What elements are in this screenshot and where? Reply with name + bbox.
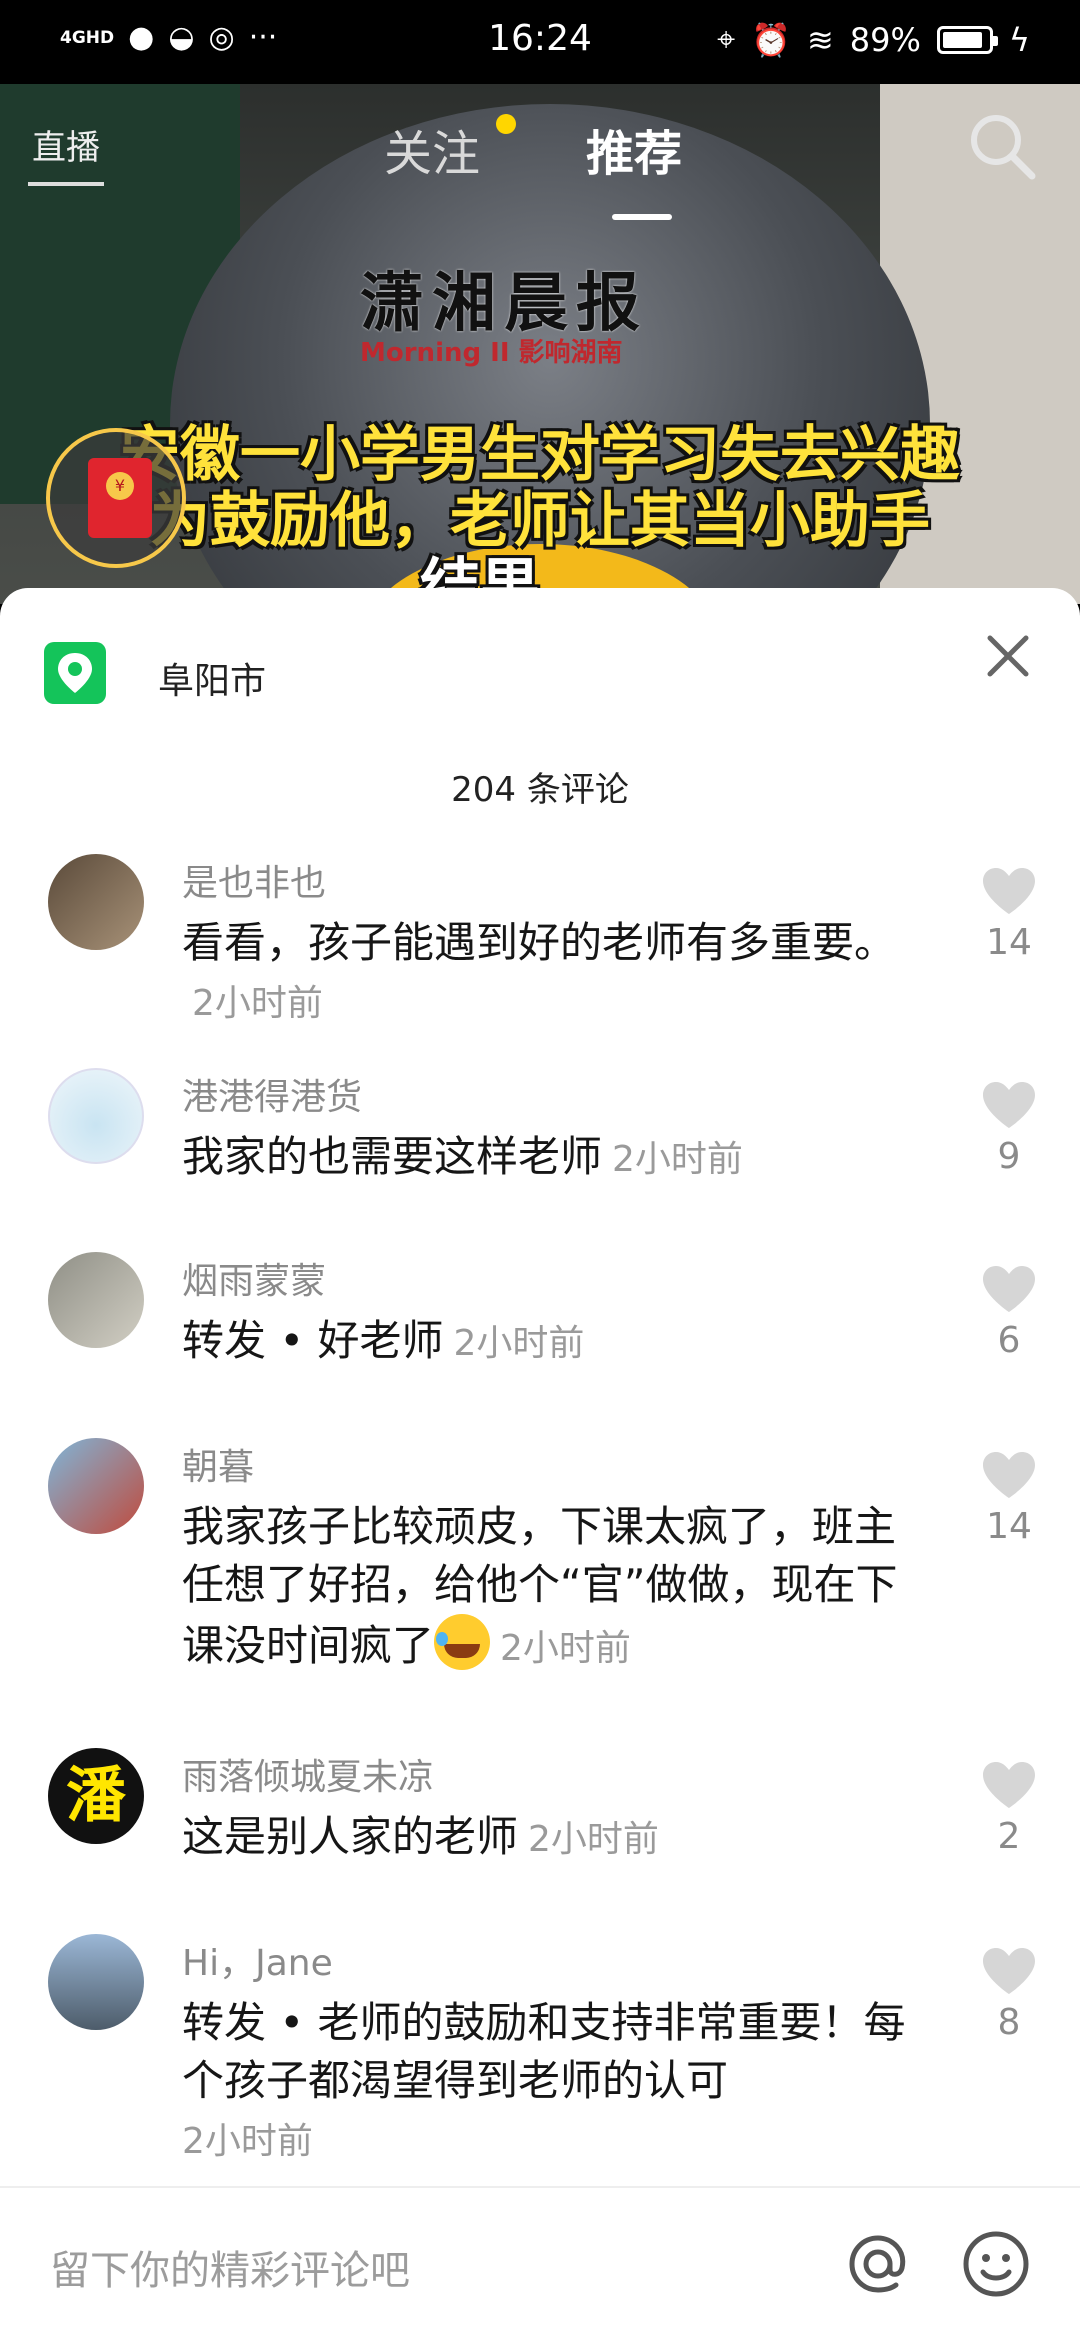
like-button[interactable]: 2 [974,1760,1044,1857]
close-icon [987,635,1029,677]
comment-body: 这是别人家的老师 [182,1812,519,1861]
comment-time: 2小时前 [182,2121,313,2162]
red-packet-icon: ¥ [88,458,152,538]
battery-fill [942,31,982,48]
like-count: 14 [986,1506,1032,1547]
like-button[interactable]: 14 [974,866,1044,963]
comment-body: 看看，孩子能遇到好的老师有多重要。 [182,918,897,967]
follow-badge-dot [496,114,516,134]
brand-subtitle: Morning II 影响湖南 [360,338,623,368]
like-button[interactable]: 14 [974,1450,1044,1547]
like-button[interactable]: 8 [974,1946,1044,2043]
alarm-icon: ⏰ [751,20,791,59]
avatar[interactable] [48,1252,144,1348]
comment-text: 转发 • 老师的鼓励和支持非常重要！每个孩子都渴望得到老师的认可 2小时前 [182,1994,922,2171]
battery-icon [936,25,998,54]
comment-time: 2小时前 [612,1139,743,1180]
heart-icon [983,868,1035,914]
yuan-coin-icon: ¥ [106,472,134,500]
headline-line-2: 为鼓励他，老师让其当小助手 [150,486,930,556]
heart-icon [983,1762,1035,1808]
comment-time: 2小时前 [528,1819,659,1860]
avatar[interactable]: 潘 [48,1748,144,1844]
avatar[interactable] [48,1438,144,1534]
comment-input[interactable]: 留下你的精彩评论吧 [50,2238,410,2296]
location-icon: ⌖ [717,20,736,58]
comment-body: 转发 • 好老师 [182,1316,444,1365]
video-headline: 安徽一小学男生对学习失去兴趣 为鼓励他，老师让其当小助手 结果…… [40,422,1040,604]
at-sign-icon [849,2235,906,2293]
like-button[interactable]: 6 [974,1264,1044,1361]
location-label[interactable]: 阜阳市 [158,652,266,704]
comment-body: 我家的也需要这样老师 [182,1132,603,1181]
comment-username[interactable]: 烟雨蒙蒙 [182,1252,326,1304]
like-button[interactable]: 9 [974,1080,1044,1177]
active-tab-indicator [612,214,672,220]
comment-username[interactable]: Hi，Jane [182,1934,333,1986]
status-right: ⌖ ⏰ ≋ 89% ϟ [717,20,1030,59]
heart-icon [983,1082,1035,1128]
comment-username[interactable]: 朝暮 [182,1438,254,1490]
search-icon [971,115,1036,180]
tab-recommend[interactable]: 推荐 [586,114,682,184]
tab-follow[interactable]: 关注 [384,114,480,184]
comments-sheet: 阜阳市 204 条评论 是也非也 看看，孩子能遇到好的老师有多重要。 2小时前 1… [0,588,1080,2340]
avatar[interactable] [48,1934,144,2030]
comment-username[interactable]: 雨落倾城夏未凉 [182,1748,434,1800]
location-pin-icon [44,642,106,704]
top-nav: 直播 关注 推荐 [0,100,1080,220]
avatar[interactable] [48,854,144,950]
wifi-icon: ≋ [806,20,834,59]
comment-text: 转发 • 好老师 2小时前 [182,1312,922,1373]
brand-watermark: 潇湘晨报 [360,267,648,341]
comment-count: 204 条评论 [451,770,629,810]
comment-text: 看看，孩子能遇到好的老师有多重要。 2小时前 [182,914,922,1033]
comment-text: 这是别人家的老师 2小时前 [182,1808,922,1869]
red-packet-button[interactable]: ¥ [46,428,186,568]
comment-time: 2小时前 [192,983,323,1024]
comment-time: 2小时前 [453,1323,585,1364]
search-button[interactable] [964,108,1042,186]
comment-username[interactable]: 是也非也 [182,854,326,906]
comment-body: 转发 • 老师的鼓励和支持非常重要！每个孩子都渴望得到老师的认可 [182,1998,906,2105]
battery-percent: 89% [849,20,921,59]
like-count: 9 [997,1136,1021,1177]
live-button[interactable]: 直播 [28,110,104,186]
comment-input-bar: 留下你的精彩评论吧 [0,2186,1080,2340]
like-count: 8 [997,2002,1021,2043]
like-count: 14 [986,922,1032,963]
comment-username[interactable]: 港港得港货 [182,1068,362,1120]
heart-icon [983,1948,1035,1994]
headline-line-1: 安徽一小学男生对学习失去兴趣 [120,420,960,490]
heart-icon [983,1266,1035,1312]
emoji-button[interactable] [960,2228,1032,2300]
like-count: 2 [997,1816,1021,1857]
laughing-crying-emoji-icon [434,1614,491,1670]
like-count: 6 [997,1320,1021,1361]
smiley-face-icon [963,2231,1029,2297]
heart-icon [983,1452,1035,1498]
avatar[interactable] [48,1068,144,1164]
status-bar: 4GHD ● ◒ ◎ ··· 16:24 ⌖ ⏰ ≋ 89% ϟ [0,0,1080,84]
comment-text: 我家的也需要这样老师 2小时前 [182,1128,922,1189]
charging-icon: ϟ [1008,20,1030,59]
mention-button[interactable] [842,2228,914,2300]
comment-time: 2小时前 [500,1628,631,1669]
comment-text: 我家孩子比较顽皮，下课太疯了，班主任想了好招，给他个“官”做做，现在下课没时间疯… [182,1498,922,1678]
close-button[interactable] [980,628,1036,684]
